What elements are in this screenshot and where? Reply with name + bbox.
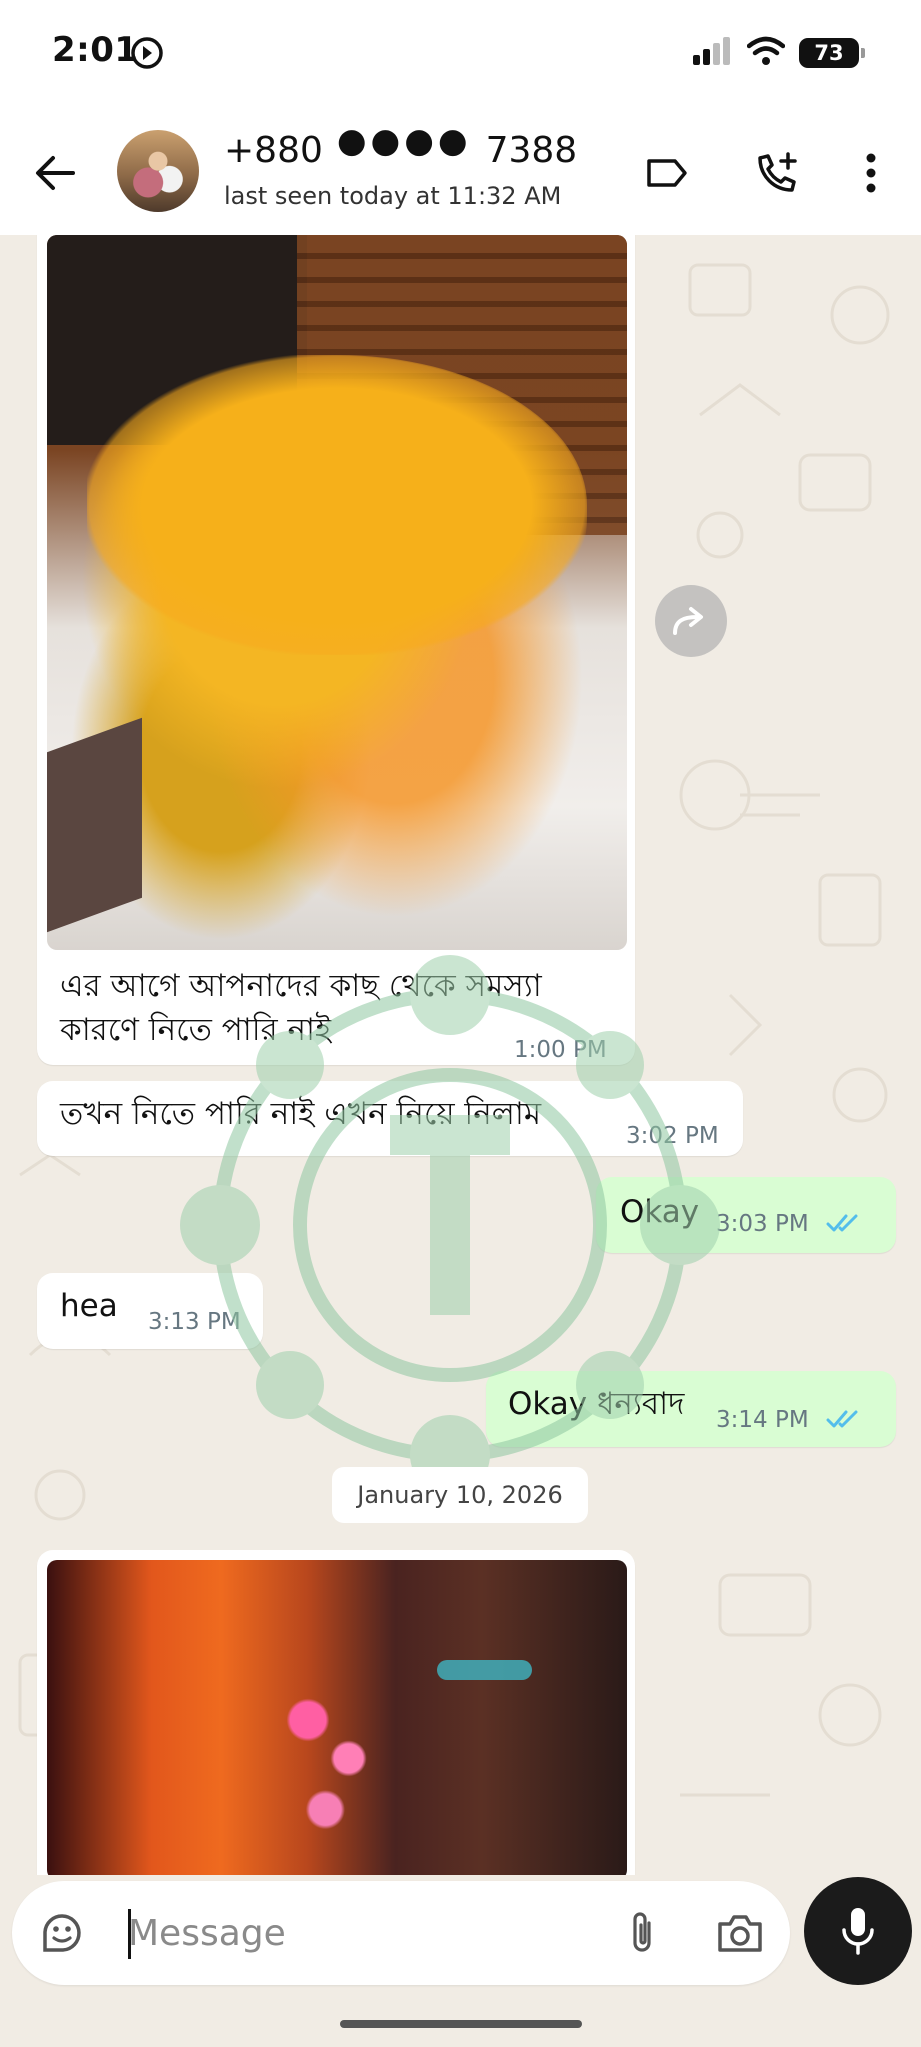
date-divider: January 10, 2026	[332, 1467, 588, 1523]
sticker-button[interactable]	[36, 1907, 88, 1959]
contact-avatar[interactable]	[117, 130, 199, 212]
forward-arrow-icon	[673, 607, 703, 635]
chat-header: +880 ●●●● 7388 last seen today at 11:32 …	[0, 110, 921, 235]
microphone-icon	[842, 1908, 874, 1955]
message-input[interactable]	[128, 1905, 588, 1961]
status-bar: 2:01 73	[0, 0, 921, 110]
contact-name-suffix: 7388	[485, 130, 578, 171]
message-text: hea	[60, 1288, 118, 1324]
add-call-button[interactable]	[752, 148, 802, 198]
message-photo-mosquito-net[interactable]	[47, 235, 627, 950]
more-options-button[interactable]	[846, 148, 896, 198]
message-input-container[interactable]	[12, 1881, 790, 1985]
watermark-logo	[180, 955, 720, 1495]
text-caret	[128, 1909, 131, 1959]
contact-name-masked: ●●●●	[336, 120, 472, 161]
message-photo-decoration[interactable]	[47, 1560, 627, 1875]
read-receipt-icon	[826, 1212, 862, 1238]
contact-name-prefix: +880	[224, 130, 323, 171]
label-button[interactable]	[642, 148, 692, 198]
camera-icon	[718, 1915, 762, 1952]
attach-button[interactable]	[616, 1907, 668, 1959]
arrow-left-icon	[36, 156, 75, 190]
phone-plus-icon	[758, 152, 797, 192]
battery-indicator: 73	[799, 38, 865, 68]
read-receipt-icon	[826, 1408, 862, 1434]
more-vertical-icon	[866, 153, 876, 193]
last-seen-status: last seen today at 11:32 AM	[224, 182, 562, 210]
paperclip-icon	[633, 1912, 651, 1952]
sticker-icon	[43, 1914, 81, 1952]
voice-record-button[interactable]	[804, 1877, 912, 1985]
camera-button[interactable]	[714, 1907, 766, 1959]
forward-button[interactable]	[655, 585, 727, 657]
status-time: 2:01	[52, 30, 139, 70]
chat-area[interactable]: এর আগে আপনাদের কাছ থেকে সমস্যা কারণে নিত…	[0, 235, 921, 1875]
message-input-bar	[0, 1875, 921, 2047]
contact-name[interactable]: +880 ●●●● 7388	[224, 121, 578, 172]
signal-icon	[693, 37, 733, 69]
focus-clock-icon	[130, 36, 164, 74]
label-tag-icon	[647, 159, 687, 187]
back-button[interactable]	[30, 148, 80, 198]
home-indicator[interactable]	[340, 2020, 582, 2028]
wifi-icon	[746, 36, 786, 70]
